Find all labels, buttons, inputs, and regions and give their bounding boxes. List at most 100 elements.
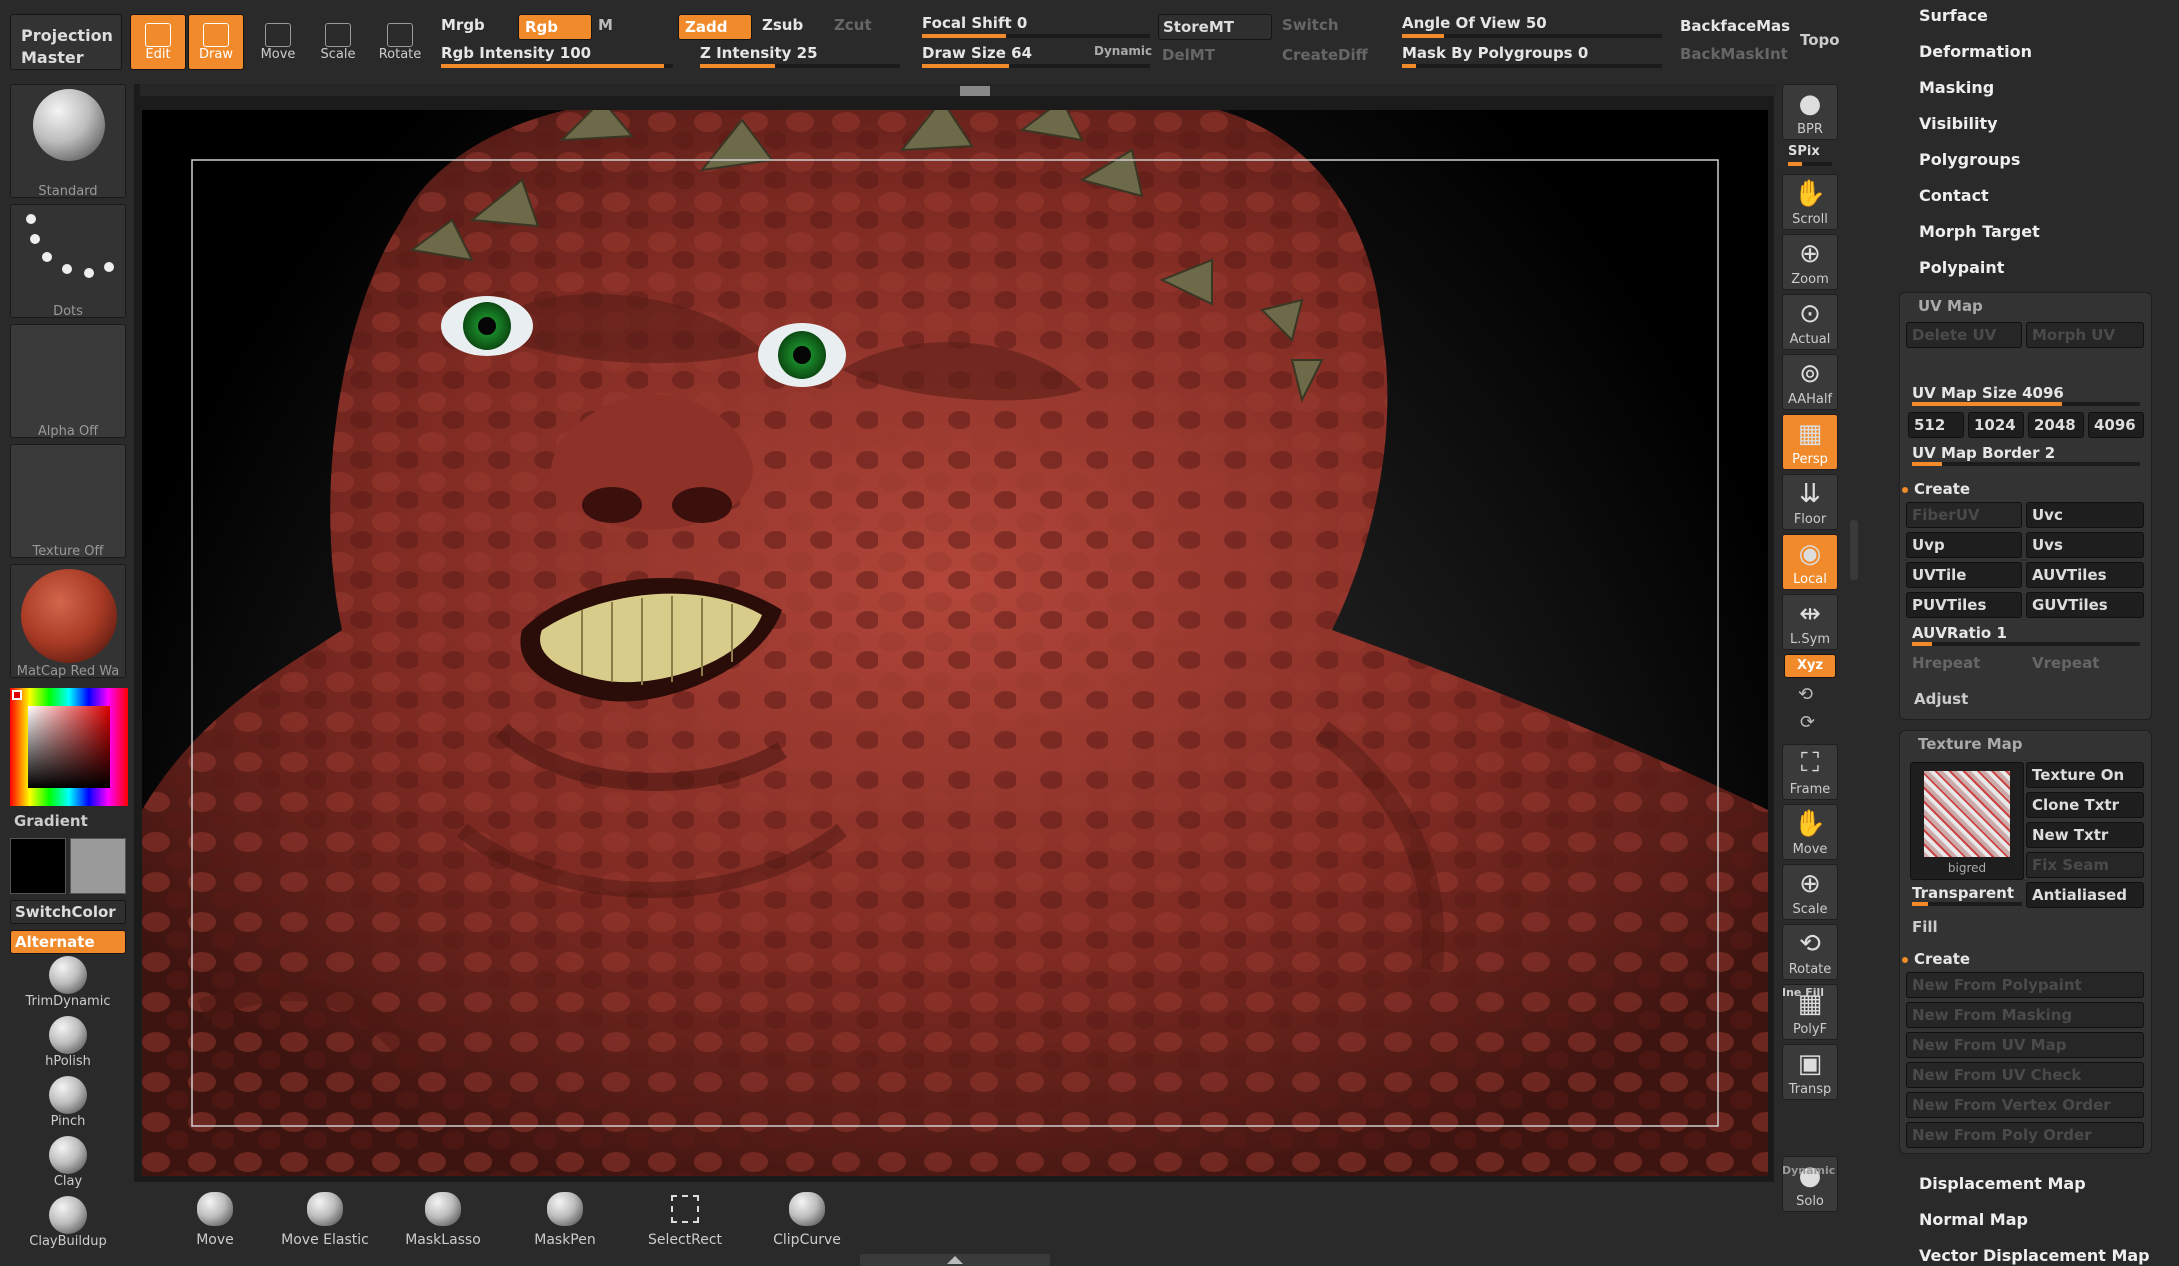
bpr-button[interactable]: ● BPR	[1782, 84, 1838, 140]
brush-pinch[interactable]: Pinch	[10, 1076, 126, 1134]
uvc-button[interactable]: Uvc	[2026, 502, 2144, 528]
menu-deformation[interactable]: Deformation	[1919, 42, 2032, 61]
guvtiles-button[interactable]: GUVTiles	[2026, 592, 2144, 618]
zsub-button[interactable]: Zsub	[762, 16, 803, 34]
texture-on-button[interactable]: Texture On	[2026, 762, 2144, 788]
uv-size-512-button[interactable]: 512	[1908, 412, 1964, 438]
menu-morph-target[interactable]: Morph Target	[1919, 222, 2040, 241]
rgb-intensity-slider[interactable]	[441, 64, 673, 68]
spix-slider[interactable]	[1788, 162, 1832, 166]
hrepeat-label[interactable]: Hrepeat	[1912, 654, 1980, 672]
spix-label[interactable]: SPix	[1788, 144, 1820, 159]
zadd-button[interactable]: Zadd	[678, 14, 752, 40]
uv-map-border-slider[interactable]	[1912, 462, 2140, 466]
auvratio-slider[interactable]	[1912, 642, 2140, 646]
switch-color-button[interactable]: SwitchColor	[10, 900, 126, 924]
draw-mode-button[interactable]: Draw	[188, 14, 244, 70]
new-from-vertex-order-button[interactable]: New From Vertex Order	[1906, 1092, 2144, 1118]
frame-button[interactable]: ⛶ Frame	[1782, 744, 1838, 800]
storemt-button[interactable]: StoreMT	[1158, 14, 1272, 40]
fix-seam-button[interactable]: Fix Seam	[2026, 852, 2144, 878]
tray-divider[interactable]	[1850, 520, 1858, 580]
color-picker[interactable]	[10, 688, 128, 806]
menu-surface[interactable]: Surface	[1919, 6, 1988, 25]
texture-create-header[interactable]: Create	[1902, 950, 1970, 968]
canvas-viewport[interactable]	[142, 110, 1768, 1176]
move-button[interactable]: ✋ Move	[1782, 804, 1838, 860]
uvs-button[interactable]: Uvs	[2026, 532, 2144, 558]
new-from-masking-button[interactable]: New From Masking	[1906, 1002, 2144, 1028]
shelf-selectrect[interactable]: SelectRect	[630, 1186, 740, 1248]
zoom-button[interactable]: ⊕ Zoom	[1782, 234, 1838, 290]
mask-by-polygroups-slider[interactable]	[1402, 64, 1662, 68]
dynamic-toggle[interactable]: Dynamic	[1094, 44, 1152, 58]
rgb-button[interactable]: Rgb	[518, 14, 592, 40]
move-mode-button[interactable]: Move	[250, 14, 306, 70]
topo-button[interactable]: Topo	[1800, 31, 1840, 49]
transp-button[interactable]: ▣ Transp	[1782, 1044, 1838, 1100]
morph-uv-button[interactable]: Morph UV	[2026, 322, 2144, 348]
shelf-clipcurve[interactable]: ClipCurve	[752, 1186, 862, 1248]
transparent-toggle[interactable]: Transparent	[1912, 884, 2014, 902]
aahalf-button[interactable]: ⊚ AAHalf	[1782, 354, 1838, 410]
draw-size-slider[interactable]	[922, 64, 1150, 68]
menu-polypaint[interactable]: Polypaint	[1919, 258, 2004, 277]
scale-button[interactable]: ⊕ Scale	[1782, 864, 1838, 920]
brush-clay[interactable]: Clay	[10, 1136, 126, 1194]
creatediff-button[interactable]: CreateDiff	[1282, 46, 1368, 64]
local-button[interactable]: ◉ Local	[1782, 534, 1838, 590]
z-intensity-slider[interactable]	[700, 64, 900, 68]
edit-mode-button[interactable]: Edit	[130, 14, 186, 70]
uvp-button[interactable]: Uvp	[1906, 532, 2022, 558]
menu-vector-displacement-map[interactable]: Vector Displacement Map	[1919, 1246, 2150, 1265]
lsym-button[interactable]: ⇹ L.Sym	[1782, 594, 1838, 650]
new-from-uv-check-button[interactable]: New From UV Check	[1906, 1062, 2144, 1088]
texture-map-title[interactable]: Texture Map	[1918, 735, 2023, 753]
fiberuv-button[interactable]: FiberUV	[1906, 502, 2022, 528]
auvtiles-button[interactable]: AUVTiles	[2026, 562, 2144, 588]
angle-of-view-slider[interactable]	[1402, 34, 1662, 38]
rotate-button[interactable]: ⟲ Rotate	[1782, 924, 1838, 980]
zcut-button[interactable]: Zcut	[834, 16, 872, 34]
rotate-axis-y-icon[interactable]: ⟲	[1798, 684, 1813, 705]
uv-size-2048-button[interactable]: 2048	[2028, 412, 2084, 438]
actual-button[interactable]: ⊙ Actual	[1782, 294, 1838, 350]
uv-size-4096-button[interactable]: 4096	[2088, 412, 2144, 438]
gradient-label[interactable]: Gradient	[14, 812, 88, 830]
clone-txtr-button[interactable]: Clone Txtr	[2026, 792, 2144, 818]
floor-button[interactable]: ⇊ Floor	[1782, 474, 1838, 530]
shelf-move-elastic[interactable]: Move Elastic	[270, 1186, 380, 1248]
fill-header[interactable]: Fill	[1912, 918, 1938, 936]
delete-uv-button[interactable]: Delete UV	[1906, 322, 2022, 348]
brush-picker[interactable]: Standard	[10, 84, 126, 199]
menu-normal-map[interactable]: Normal Map	[1919, 1210, 2028, 1229]
stroke-picker[interactable]: Dots	[10, 204, 126, 319]
uv-size-1024-button[interactable]: 1024	[1968, 412, 2024, 438]
material-picker[interactable]: MatCap Red Wa	[10, 564, 126, 679]
new-from-polypaint-button[interactable]: New From Polypaint	[1906, 972, 2144, 998]
shelf-masklasso[interactable]: MaskLasso	[388, 1186, 498, 1248]
uv-map-size-slider[interactable]	[1912, 402, 2140, 406]
shelf-maskpen[interactable]: MaskPen	[510, 1186, 620, 1248]
brush-trimdynamic[interactable]: TrimDynamic	[10, 956, 126, 1014]
xyz-symmetry-button[interactable]: Xyz	[1784, 654, 1836, 678]
focal-shift-slider[interactable]	[922, 34, 1150, 38]
m-button[interactable]: M	[598, 16, 613, 34]
brush-claybuildup[interactable]: ClayBuildup	[10, 1196, 126, 1254]
new-txtr-button[interactable]: New Txtr	[2026, 822, 2144, 848]
scale-mode-button[interactable]: Scale	[310, 14, 366, 70]
backmask-int-label[interactable]: BackMaskInt	[1680, 45, 1788, 63]
uvtile-button[interactable]: UVTile	[1906, 562, 2022, 588]
rotate-axis-z-icon[interactable]: ⟳	[1800, 712, 1815, 733]
alpha-picker[interactable]: Alpha Off	[10, 324, 126, 439]
puvtiles-button[interactable]: PUVTiles	[1906, 592, 2022, 618]
viewport-scrollbar[interactable]	[140, 84, 1780, 96]
persp-button[interactable]: ▦ Persp	[1782, 414, 1838, 470]
alternate-button[interactable]: Alternate	[10, 930, 126, 954]
new-from-poly-order-button[interactable]: New From Poly Order	[1906, 1122, 2144, 1148]
switch-button[interactable]: Switch	[1282, 16, 1339, 34]
brush-hpolish[interactable]: hPolish	[10, 1016, 126, 1074]
antialiased-button[interactable]: Antialiased	[2026, 882, 2144, 908]
vrepeat-label[interactable]: Vrepeat	[2032, 654, 2099, 672]
menu-masking[interactable]: Masking	[1919, 78, 1994, 97]
